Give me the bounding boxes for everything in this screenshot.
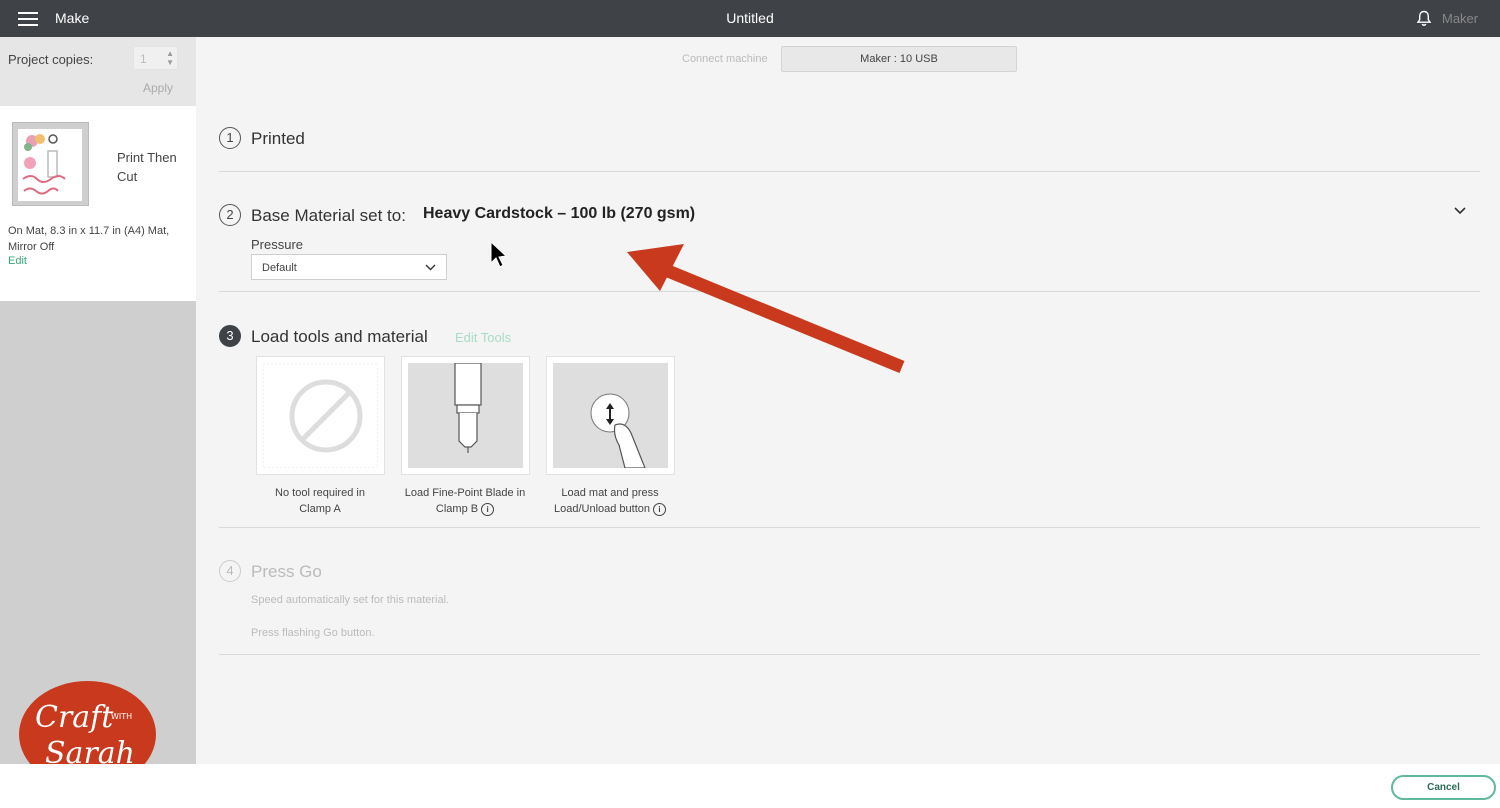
tool-caption-line: Clamp A	[299, 503, 341, 515]
divider	[219, 527, 1480, 528]
mat-thumbnail[interactable]	[12, 122, 89, 206]
apply-button[interactable]: Apply	[143, 81, 173, 95]
load-unload-button-icon	[553, 363, 668, 468]
chevron-down-icon[interactable]	[1453, 206, 1467, 216]
mat-type-label: Print Then Cut	[117, 150, 177, 184]
step-4-number: 4	[219, 560, 241, 582]
step-1-number: 1	[219, 127, 241, 149]
project-copies-label: Project copies:	[8, 52, 94, 67]
no-tool-icon	[263, 363, 378, 468]
cancel-button[interactable]: Cancel	[1391, 775, 1496, 800]
step-2-number: 2	[219, 204, 241, 226]
bottom-bar: Cancel	[0, 764, 1500, 808]
project-title: Untitled	[726, 10, 774, 26]
red-arrow-icon	[627, 244, 905, 374]
tool-caption-line: Load mat and press	[561, 487, 659, 499]
divider	[219, 171, 1480, 172]
project-copies-input[interactable]: 1 ▲ ▼	[133, 46, 178, 70]
tool-card-clamp-a	[256, 356, 385, 475]
tool-caption-line: Clamp B	[435, 503, 479, 515]
select-chevron-icon	[425, 264, 436, 271]
project-copies-panel: Project copies: 1 ▲ ▼ Apply	[0, 37, 196, 106]
sidebar: Project copies: 1 ▲ ▼ Apply Print Then C…	[0, 37, 196, 764]
tool-card-clamp-b	[401, 356, 530, 475]
info-icon[interactable]: i	[653, 502, 667, 516]
account-name[interactable]: Maker	[1442, 11, 1478, 26]
pressure-value: Default	[262, 262, 297, 274]
project-copies-value: 1	[140, 52, 147, 66]
annotation-overlay	[490, 240, 905, 374]
mat-details: On Mat, 8.3 in x 11.7 in (A4) Mat, Mirro…	[8, 225, 170, 253]
pressure-select[interactable]: Default	[251, 254, 447, 280]
tool-caption-clamp-b: Load Fine-Point Blade in Clamp Bi	[390, 485, 540, 517]
mat-edit-link[interactable]: Edit	[8, 255, 27, 267]
step-1-title: Printed	[251, 129, 305, 148]
top-bar: Make Untitled Maker	[0, 0, 1500, 37]
tool-caption-line: Load Fine-Point Blade in	[404, 487, 526, 499]
mouse-cursor-icon	[490, 240, 508, 268]
edit-tools-link[interactable]: Edit Tools	[455, 330, 511, 345]
step-4-title: Press Go	[251, 562, 322, 581]
tool-caption-clamp-a: No tool required in Clamp A	[245, 485, 395, 517]
copies-stepper[interactable]: ▲ ▼	[166, 49, 174, 67]
connect-machine-label: Connect machine	[682, 53, 768, 65]
step-2-title: Base Material set to:	[251, 206, 406, 225]
step-3-title: Load tools and material	[251, 327, 428, 346]
press-go-info-text: Press flashing Go button.	[251, 627, 375, 639]
base-material-name: Heavy Cardstock – 100 lb (270 gsm)	[423, 205, 696, 222]
stepper-down-icon[interactable]: ▼	[166, 58, 174, 67]
pressure-label: Pressure	[251, 237, 304, 252]
tool-card-load-mat	[546, 356, 675, 475]
mat-preview-image	[18, 129, 82, 201]
fine-point-blade-icon	[408, 363, 523, 468]
divider	[219, 291, 1480, 292]
logo-line1: Craft	[35, 700, 114, 735]
logo-with: WITH	[111, 712, 132, 721]
tool-caption-line: Load/Unload button	[553, 503, 651, 515]
divider	[219, 654, 1480, 655]
bell-icon[interactable]	[1416, 10, 1432, 27]
step-3-number: 3	[219, 325, 241, 347]
tool-caption-load-mat: Load mat and press Load/Unload button i	[535, 485, 685, 517]
machine-select-button[interactable]: Maker : 10 USB	[781, 46, 1017, 72]
tool-caption-line: No tool required in	[275, 487, 365, 499]
mat-card[interactable]: Print Then Cut On Mat, 8.3 in x 11.7 in …	[0, 106, 196, 301]
info-icon[interactable]: i	[481, 502, 495, 516]
speed-info-text: Speed automatically set for this materia…	[251, 594, 450, 606]
stepper-up-icon[interactable]: ▲	[166, 49, 174, 58]
